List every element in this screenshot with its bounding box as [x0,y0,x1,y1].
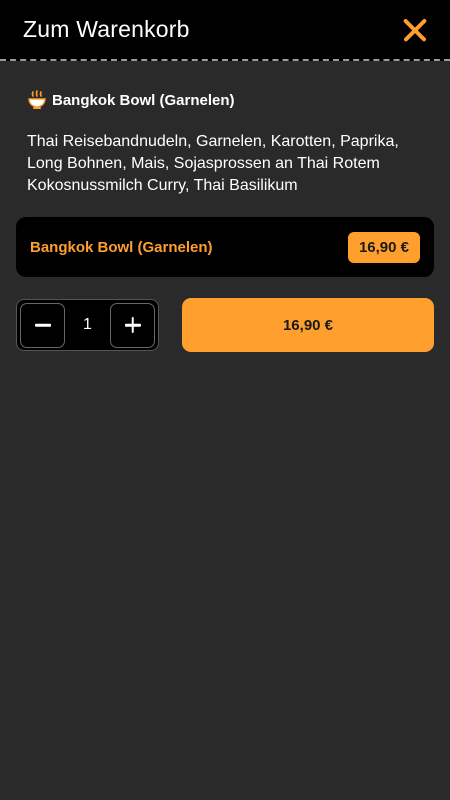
add-to-cart-button[interactable]: 16,90 € [182,298,434,352]
variant-option[interactable]: Bangkok Bowl (Garnelen) 16,90 € [16,217,434,277]
quantity-value: 1 [83,316,92,333]
quantity-stepper: 1 [16,299,159,351]
variant-name: Bangkok Bowl (Garnelen) [30,238,213,256]
product-description: Thai Reisebandnudeln, Garnelen, Karotten… [27,133,399,194]
product-name: Bangkok Bowl (Garnelen) [52,91,235,109]
increment-button[interactable] [110,302,155,348]
header-bar: Zum Warenkorb [0,0,450,61]
minus-icon [34,323,51,327]
plus-icon-vertical [131,317,134,333]
decrement-button[interactable] [20,302,65,348]
product-heading: Bangkok Bowl (Garnelen) [27,89,450,111]
close-icon[interactable] [402,17,428,43]
bowl-icon [28,90,46,109]
page-title: Zum Warenkorb [23,16,190,42]
variant-price-badge: 16,90 € [347,231,420,263]
